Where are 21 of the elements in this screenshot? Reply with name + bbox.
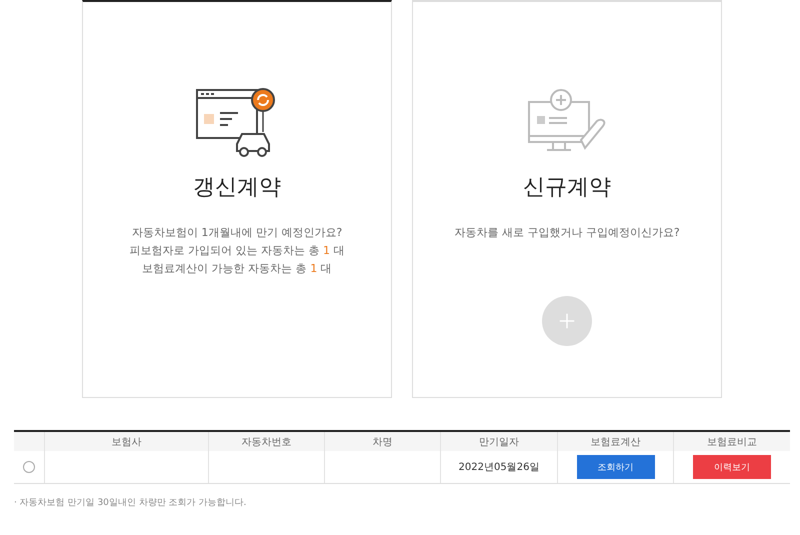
card-description: 자동차보험이 1개월내에 만기 예정인가요?	[130, 225, 344, 241]
column-header: 보험료비교	[673, 432, 790, 451]
card-title: 갱신계약	[193, 174, 281, 202]
column-header: 보험료계산	[557, 432, 673, 451]
contract-card[interactable]: 갱신계약 자동차보험이 1개월내에 만기 예정인가요? 피보험자로 가입되어 있는 자동차는 총 1 대 보험료계산이 가능한 자동차는 총 1 대	[82, 0, 392, 398]
history-button[interactable]: 이력보기	[693, 455, 771, 479]
column-header: 자동차번호	[208, 432, 324, 451]
card-description: 피보험자로 가입되어 있는 자동차는 총 1 대	[130, 243, 344, 259]
contract-card[interactable]: 신규계약 자동차를 새로 구입했거나 구입예정이신가요?	[412, 0, 722, 398]
lookup-button[interactable]: 조회하기	[576, 455, 654, 479]
add-button[interactable]	[542, 296, 592, 346]
column-header: 차명	[324, 432, 440, 451]
column-header: 보험사	[44, 432, 208, 451]
note-text: · 자동차보험 만기일 30일내인 차량만 조회가 가능합니다.	[14, 497, 248, 509]
radio-button[interactable]	[23, 461, 35, 473]
plus-icon	[558, 312, 576, 330]
expiry-date: 2022년05월26일	[458, 461, 540, 474]
column-header: 만기일자	[440, 432, 557, 451]
card-description: 보험료계산이 가능한 자동차는 총 1 대	[141, 261, 333, 277]
card-description: 자동차를 새로 구입했거나 구입예정이신가요?	[454, 225, 680, 241]
card-title: 신규계약	[523, 174, 611, 202]
